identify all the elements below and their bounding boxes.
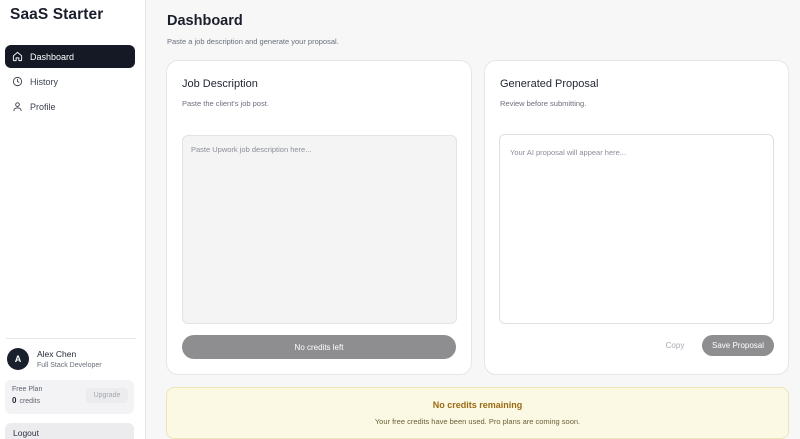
sidebar-item-label: Dashboard (30, 51, 75, 62)
banner-text: Your free credits have been used. Pro pl… (374, 417, 581, 426)
user-icon (12, 101, 23, 112)
generate-button[interactable]: No credits left (182, 335, 456, 359)
sidebar-item-history[interactable]: History (5, 70, 135, 93)
sidebar: SaaS Starter Dashboard History Profile A… (0, 0, 146, 439)
job-card-subtitle: Paste the client's job post. (182, 99, 269, 108)
upgrade-button[interactable]: Upgrade (86, 388, 128, 403)
proposal-card-subtitle: Review before submitting. (500, 99, 587, 108)
logout-button[interactable]: Logout (5, 423, 134, 439)
job-description-card: Job Description Paste the client's job p… (166, 60, 472, 375)
page-title: Dashboard (167, 13, 243, 29)
home-icon (12, 51, 23, 62)
sidebar-nav: Dashboard History Profile (5, 45, 135, 120)
sidebar-divider (6, 338, 136, 339)
plan-name: Free Plan (12, 386, 43, 393)
clock-icon (12, 76, 23, 87)
user-profile: A Alex Chen Full Stack Developer (7, 348, 102, 370)
avatar: A (7, 348, 29, 370)
plan-box: Free Plan 0 credits Upgrade (5, 380, 134, 414)
credits-count: 0 (12, 396, 17, 405)
sidebar-item-dashboard[interactable]: Dashboard (5, 45, 135, 68)
plan-credits: 0 credits (12, 396, 40, 405)
job-card-title: Job Description (182, 78, 258, 90)
sidebar-item-label: History (30, 76, 59, 87)
proposal-card-title: Generated Proposal (500, 78, 599, 90)
user-name: Alex Chen (37, 349, 77, 359)
user-role: Full Stack Developer (37, 362, 102, 369)
sidebar-item-label: Profile (30, 101, 56, 112)
credits-label: credits (19, 398, 41, 405)
sidebar-item-profile[interactable]: Profile (5, 95, 135, 118)
no-credits-banner: No credits remaining Your free credits h… (166, 387, 789, 439)
proposal-output[interactable] (499, 134, 774, 324)
app-brand: SaaS Starter (10, 6, 104, 23)
job-description-input[interactable] (182, 135, 457, 324)
save-proposal-button[interactable]: Save Proposal (702, 335, 774, 356)
generated-proposal-card: Generated Proposal Review before submitt… (484, 60, 789, 375)
page-subtitle: Paste a job description and generate you… (167, 37, 339, 46)
copy-button[interactable]: Copy (658, 335, 692, 356)
banner-title: No credits remaining (432, 400, 523, 410)
